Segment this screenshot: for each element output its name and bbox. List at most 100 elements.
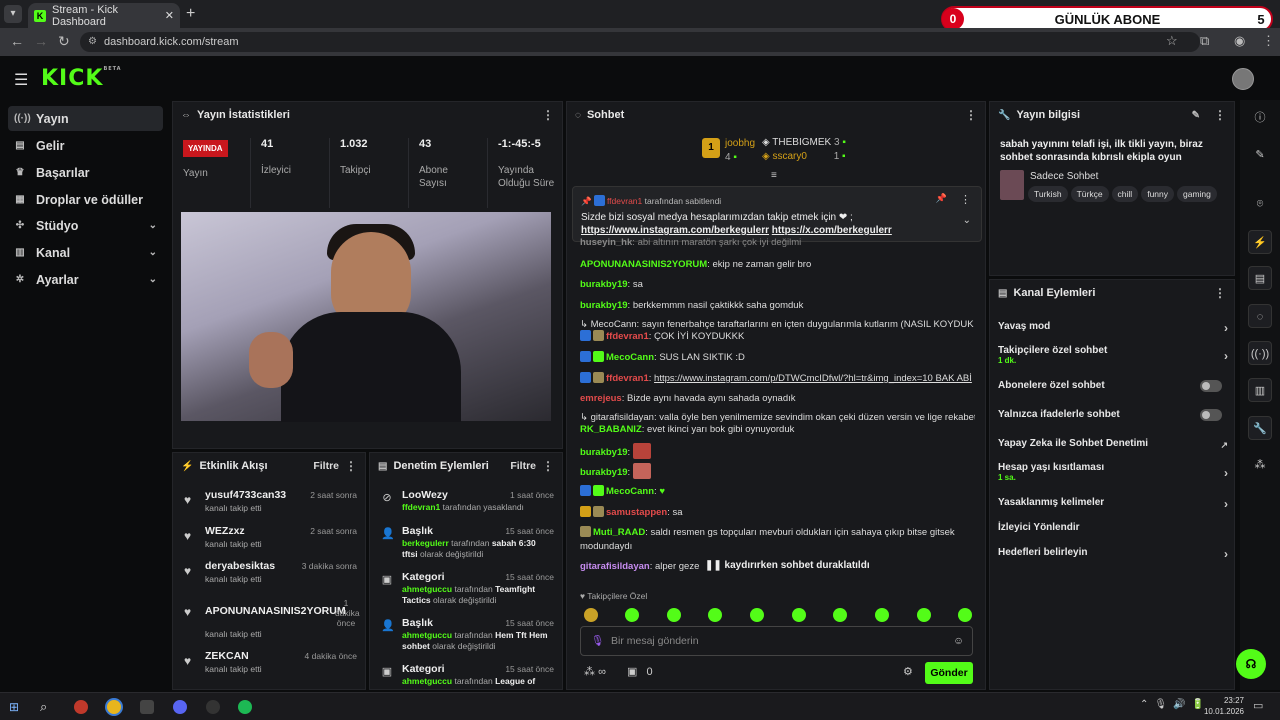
leaderboard-first[interactable]: joobhg 4 ▪: [725, 137, 755, 165]
app-icon[interactable]: [74, 700, 88, 714]
unpin-icon[interactable]: 📌: [936, 193, 947, 204]
url-field[interactable]: ⚙ dashboard.kick.com/stream: [80, 32, 1200, 52]
filter-button[interactable]: Filtre: [510, 460, 536, 472]
chat-user[interactable]: samustappen: [606, 507, 667, 518]
tag[interactable]: chill: [1111, 186, 1139, 202]
event-user[interactable]: yusuf4733can33: [205, 489, 286, 501]
clipboard-icon[interactable]: ▤: [1248, 266, 1272, 290]
event-user[interactable]: deryabesiktas: [205, 560, 275, 572]
more-options-icon[interactable]: ⋮: [542, 108, 554, 122]
mod-target[interactable]: LooWezy: [402, 489, 448, 501]
info-icon[interactable]: ⓘ: [1248, 106, 1272, 130]
action-followers-only[interactable]: Takipçilere özel sohbet 1 dk. ›: [998, 345, 1228, 365]
mod-user[interactable]: ahmetguccu: [402, 676, 452, 686]
chat-settings-icon[interactable]: ⚙: [903, 665, 913, 678]
filter-button[interactable]: Filtre: [313, 460, 339, 472]
users-icon[interactable]: ⁂: [1248, 453, 1272, 477]
emote-icon[interactable]: [750, 608, 764, 622]
mod-user[interactable]: ffdevran1: [402, 502, 440, 512]
stream-category[interactable]: Sadece Sohbet: [1030, 171, 1098, 182]
microphone-icon[interactable]: 🎙: [591, 627, 604, 655]
edit-icon[interactable]: ✎: [1192, 110, 1200, 121]
emote-icon[interactable]: [958, 608, 972, 622]
broadcast-icon[interactable]: ((·)): [1248, 341, 1272, 365]
event-user[interactable]: WEZzxz: [205, 525, 245, 537]
help-chat-button[interactable]: ☊: [1236, 649, 1266, 679]
discord-icon[interactable]: [173, 700, 187, 714]
chat-user[interactable]: MecoCann: [606, 486, 654, 497]
site-info-icon[interactable]: ⚙: [88, 32, 97, 52]
chat-paused-notice[interactable]: ❚❚ kaydırırken sohbet duraklatıldı: [701, 560, 874, 571]
sidebar-item-yayin[interactable]: ((·)) Yayın: [8, 106, 163, 131]
kick-logo[interactable]: KICKBETA: [41, 66, 122, 91]
close-tab-icon[interactable]: ✕: [165, 9, 174, 22]
chat-user[interactable]: emrejeus: [580, 393, 622, 404]
event-user[interactable]: ZEKCAN: [205, 650, 249, 662]
chat-user[interactable]: MecoCann: [606, 352, 654, 363]
chat-user[interactable]: ffdevran1: [606, 331, 649, 342]
sidebar-item-gelir[interactable]: ▤ Gelir: [8, 133, 163, 158]
action-host-viewers[interactable]: İzleyici Yönlendir: [998, 522, 1228, 533]
edit-icon[interactable]: ✎: [1248, 143, 1272, 167]
notification-icon[interactable]: ▭: [1253, 699, 1263, 712]
emote-icon[interactable]: [584, 608, 598, 622]
chat-user[interactable]: huseyin_hk: [580, 237, 632, 248]
more-options-icon[interactable]: ⋮: [1214, 286, 1226, 300]
tag[interactable]: Türkçe: [1070, 186, 1109, 202]
emote-icon[interactable]: [833, 608, 847, 622]
camera-icon[interactable]: ⌾: [1248, 192, 1272, 216]
chat-user[interactable]: burakby19: [580, 300, 628, 311]
sidebar-item-kanal[interactable]: ▥ Kanal ⌄: [8, 240, 163, 265]
event-user[interactable]: APONUNANASINIS2YORUM: [205, 605, 346, 617]
emote-icon[interactable]: [792, 608, 806, 622]
sidebar-item-basarilar[interactable]: ♛ Başarılar: [8, 160, 163, 185]
leaderboard-third[interactable]: ◈ sscary0 1 ▪: [762, 150, 846, 164]
chat-icon[interactable]: ◌: [1248, 304, 1272, 328]
system-tray-icons[interactable]: ⌃🎙🔊🔋: [1140, 699, 1210, 710]
chat-link[interactable]: https://www.instagram.com/p/DTWCmcIDfwl/…: [654, 373, 972, 384]
search-icon[interactable]: ⌕: [40, 700, 54, 714]
stream-preview-video[interactable]: [181, 212, 551, 422]
windows-start-icon[interactable]: ⊞: [9, 700, 23, 714]
chevron-down-icon[interactable]: ⌄: [963, 215, 971, 226]
tab-search-button[interactable]: ▾: [4, 5, 22, 23]
wrench-icon[interactable]: 🔧: [1248, 416, 1272, 440]
subscribers-only-toggle[interactable]: [1200, 380, 1222, 392]
moderation-icon[interactable]: ▥: [1248, 378, 1272, 402]
chat-user[interactable]: Muti_RAAD: [593, 527, 645, 538]
spotify-icon[interactable]: [238, 700, 252, 714]
mod-user[interactable]: ahmetguccu: [402, 630, 452, 640]
more-options-icon[interactable]: ⋮: [960, 193, 971, 206]
action-ai-moderation[interactable]: Yapay Zeka ile Sohbet Denetimi ↗: [998, 438, 1228, 450]
emote-icon[interactable]: [667, 608, 681, 622]
tag[interactable]: Turkish: [1028, 186, 1068, 202]
bookmark-star-icon[interactable]: ☆: [1166, 33, 1178, 49]
action-set-goals[interactable]: Hedefleri belirleyin ›: [998, 547, 1228, 561]
chat-message-input[interactable]: 🎙 Bir mesaj gönderin ☺: [580, 626, 973, 656]
tag[interactable]: gaming: [1177, 186, 1217, 202]
extensions-icon[interactable]: ⧉: [1200, 33, 1209, 49]
action-slow-mode[interactable]: Yavaş mod ›: [998, 321, 1228, 335]
forward-icon[interactable]: →: [34, 33, 48, 49]
browser-tab[interactable]: K Stream - Kick Dashboard ✕: [28, 3, 180, 28]
emote-icon[interactable]: [708, 608, 722, 622]
lightning-icon[interactable]: ⚡: [1248, 230, 1272, 254]
points-indicator[interactable]: ⁂ ∞: [584, 665, 606, 678]
hamburger-menu-icon[interactable]: ☰: [14, 70, 28, 90]
emoji-icon[interactable]: ☺: [953, 627, 964, 655]
more-options-icon[interactable]: ⋮: [1214, 108, 1226, 122]
new-tab-button[interactable]: +: [186, 5, 195, 23]
emote-only-toggle[interactable]: [1200, 409, 1222, 421]
more-options-icon[interactable]: ⋮: [542, 459, 554, 473]
app-icon[interactable]: [140, 700, 154, 714]
chat-user[interactable]: gitarafisildayan: [580, 561, 650, 572]
taskbar-clock[interactable]: 23:27 10.01.2026: [1204, 695, 1244, 717]
more-options-icon[interactable]: ⋮: [345, 459, 357, 473]
chat-user[interactable]: ffdevran1: [606, 373, 649, 384]
chat-user[interactable]: RK_BABANIZ: [580, 424, 642, 435]
sidebar-item-studyo[interactable]: ✣ Stüdyo ⌄: [8, 213, 163, 238]
obs-icon[interactable]: [206, 700, 220, 714]
gift-counter[interactable]: ▣ 0: [627, 665, 653, 678]
emote-icon[interactable]: [875, 608, 889, 622]
sidebar-item-droplar[interactable]: ▦ Droplar ve ödüller: [8, 187, 163, 212]
